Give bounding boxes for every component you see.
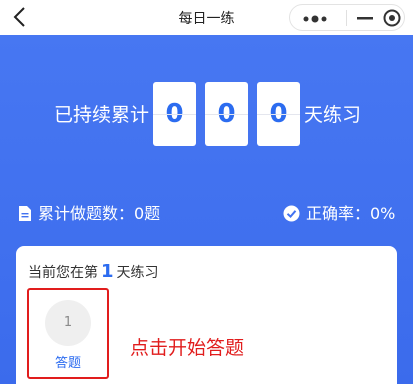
streak-prefix-label: 已持续累计 bbox=[54, 104, 150, 126]
day-suffix: 天练习 bbox=[116, 265, 159, 281]
task-number-badge: 1 bbox=[45, 300, 91, 346]
close-target-icon[interactable] bbox=[382, 8, 402, 28]
total-questions-stat: 累计做题数：0题 bbox=[18, 200, 160, 224]
answer-task-label: 答题 bbox=[54, 356, 81, 371]
streak-digit-hundreds: 0 bbox=[153, 82, 196, 146]
minimize-icon[interactable] bbox=[355, 14, 375, 22]
streak-digit-tens: 0 bbox=[205, 82, 248, 146]
day-prefix: 当前您在第 bbox=[28, 265, 98, 281]
digit-value: 0 bbox=[217, 99, 236, 129]
digit-value: 0 bbox=[165, 99, 184, 129]
capsule-divider bbox=[346, 10, 347, 26]
check-circle-icon bbox=[283, 205, 300, 222]
accuracy-label: 正确率：0% bbox=[306, 204, 396, 223]
mini-program-capsule bbox=[289, 4, 405, 31]
total-questions-label: 累计做题数：0题 bbox=[38, 204, 161, 223]
document-icon bbox=[19, 206, 31, 221]
top-navigation-bar: 每日一练 bbox=[0, 0, 413, 35]
daily-task-card: 当前您在第 1 天练习 1 答题 点击开始答题 bbox=[16, 246, 397, 384]
day-number: 1 bbox=[101, 261, 114, 282]
streak-suffix-label: 天练习 bbox=[304, 104, 362, 126]
accuracy-stat: 正确率：0% bbox=[283, 200, 395, 224]
more-options-icon[interactable] bbox=[302, 15, 328, 23]
digit-value: 0 bbox=[269, 99, 288, 129]
start-answering-hint: 点击开始答题 bbox=[130, 337, 245, 359]
current-day-heading: 当前您在第 1 天练习 bbox=[28, 261, 159, 282]
answer-task-button[interactable]: 1 答题 bbox=[27, 288, 109, 379]
streak-digit-ones: 0 bbox=[257, 82, 300, 146]
